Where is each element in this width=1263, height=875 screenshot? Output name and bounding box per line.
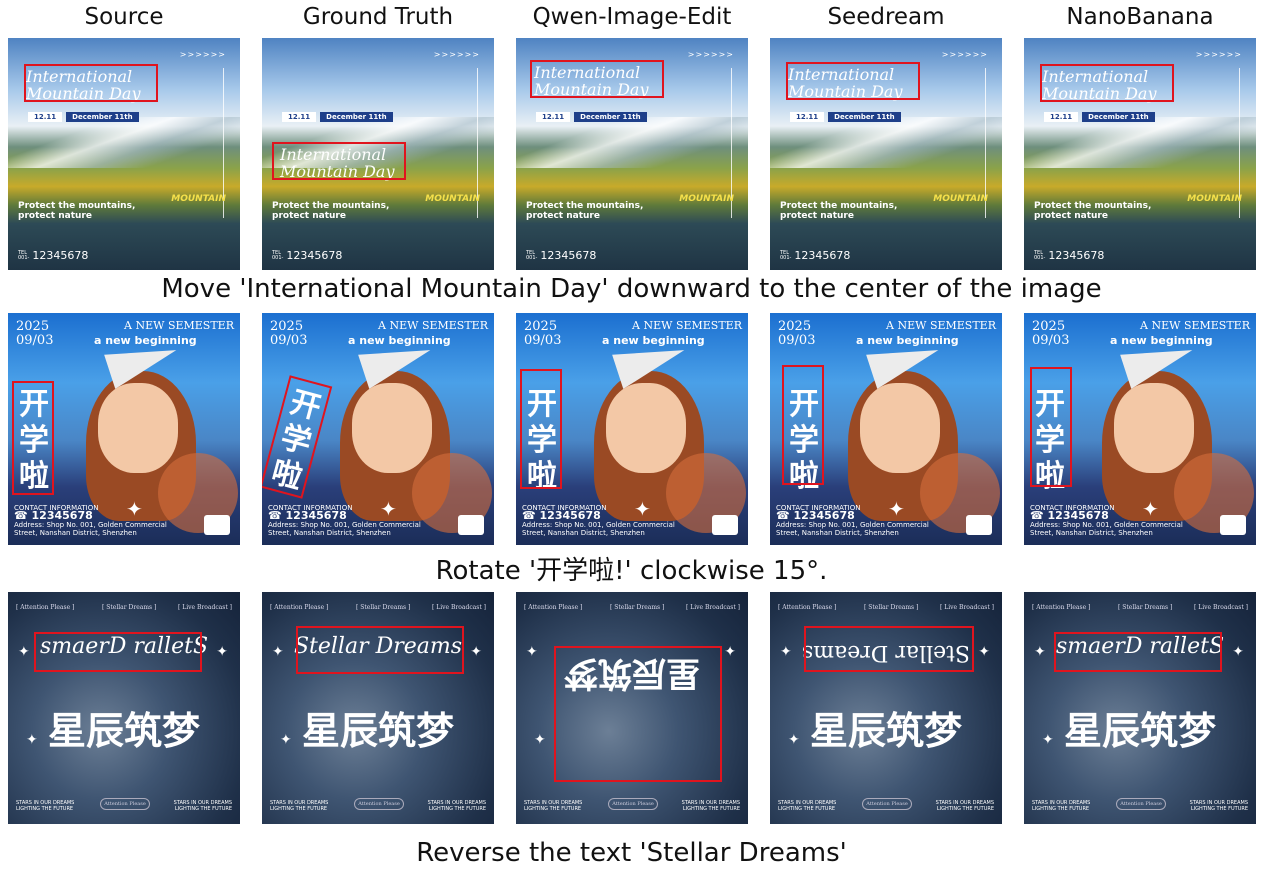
semester-text: A NEW SEMESTER [632, 319, 742, 332]
highlight-box [262, 375, 333, 499]
stellar-poster-ground-truth: [ Attention Please ][ Stellar Dreams ][ … [262, 592, 494, 824]
semester-text: A NEW SEMESTER [378, 319, 488, 332]
highlight-box [782, 365, 824, 485]
highlight-box [296, 626, 464, 674]
column-header-ground-truth: Ground Truth [302, 4, 454, 30]
highlight-box [272, 142, 406, 180]
beginning-text: a new beginning [94, 334, 197, 347]
highlight-box [520, 369, 562, 489]
highlight-box [1040, 64, 1174, 102]
anime-poster-nanobanana: 2025 A NEW SEMESTER 09/03 a new beginnin… [1024, 313, 1256, 545]
title-cn: 星辰筑梦 [1063, 709, 1216, 753]
mountain-poster-qwen: >>>>>> International Mountain Day 12.11 De… [516, 38, 748, 270]
title-cn: 星辰筑梦 [809, 709, 962, 753]
anime-poster-qwen: 2025 A NEW SEMESTER 09/03 a new beginnin… [516, 313, 748, 545]
caption-row3: Reverse the text 'Stellar Dreams' [416, 838, 847, 868]
mountain-poster-nanobanana: >>>>>> International Mountain Day 12.11 De… [1024, 38, 1256, 270]
title-cn: 星辰筑梦 [47, 709, 200, 753]
anime-poster-seedream: 2025 A NEW SEMESTER 09/03 a new beginnin… [770, 313, 1002, 545]
qr-code-icon [966, 515, 992, 535]
column-header-source: Source [84, 4, 164, 30]
anime-poster-source: 2025 A NEW SEMESTER 09/03 a new beginnin… [8, 313, 240, 545]
chevrons: >>>>>> [1195, 50, 1242, 59]
semester-text: A NEW SEMESTER [1140, 319, 1250, 332]
date-text: 09/03 [778, 333, 816, 348]
chevrons: >>>>>> [179, 50, 226, 59]
date-badges: 12.11 December 11th [790, 112, 901, 122]
year-text: 2025 [16, 319, 50, 334]
highlight-box [24, 64, 158, 102]
year-text: 2025 [270, 319, 304, 334]
slogan: Protect the mountains, protect nature [1034, 201, 1152, 221]
contact-info: CONTACT INFORMATION ☎ 12345678 Address: Sh… [522, 504, 675, 537]
qr-code-icon [204, 515, 230, 535]
highlight-box [1054, 632, 1222, 672]
contact-info: CONTACT INFORMATION ☎ 12345678 Address: Sh… [268, 504, 421, 537]
stellar-poster-seedream: [ Attention Please ][ Stellar Dreams ][ … [770, 592, 1002, 824]
highlight-box [1030, 367, 1072, 487]
semester-text: A NEW SEMESTER [886, 319, 996, 332]
year-text: 2025 [778, 319, 812, 334]
chevrons: >>>>>> [941, 50, 988, 59]
title-cn: 星辰筑梦 [301, 709, 454, 753]
column-header-qwen-image-edit: Qwen-Image-Edit [532, 4, 732, 30]
column-header-nanobanana: NanoBanana [1066, 4, 1214, 30]
beginning-text: a new beginning [1110, 334, 1213, 347]
date-badges: 12.11 December 11th [28, 112, 139, 122]
qr-code-icon [458, 515, 484, 535]
mountain-word: MOUNTAIN [171, 194, 226, 204]
highlight-box [34, 632, 202, 672]
date-text: 09/03 [524, 333, 562, 348]
mountain-poster-source: >>>>>> International Mountain Day 12.11 De… [8, 38, 240, 270]
chevrons: >>>>>> [433, 50, 480, 59]
beginning-text: a new beginning [602, 334, 705, 347]
contact-info: CONTACT INFORMATION ☎ 12345678 Address: Sh… [776, 504, 929, 537]
beginning-text: a new beginning [348, 334, 451, 347]
chevrons: >>>>>> [687, 50, 734, 59]
date-badges: 12.11 December 11th [282, 112, 393, 122]
stellar-poster-nanobanana: [ Attention Please ][ Stellar Dreams ][ … [1024, 592, 1256, 824]
tel-number: TEL 001- 12345678 [1034, 249, 1105, 262]
slogan: Protect the mountains, protect nature [526, 201, 644, 221]
qr-code-icon [712, 515, 738, 535]
highlight-box [12, 381, 54, 495]
stellar-poster-qwen: [ Attention Please ][ Stellar Dreams ][ … [516, 592, 748, 824]
slogan: Protect the mountains, protect nature [18, 201, 136, 221]
column-header-seedream: Seedream [827, 4, 945, 30]
mountain-poster-seedream: >>>>>> International Mountain Day 12.11 De… [770, 38, 1002, 270]
contact-info: CONTACT INFORMATION ☎ 12345678 Address: Sh… [14, 504, 167, 537]
mountain-word: MOUNTAIN [1187, 194, 1242, 204]
highlight-box [786, 62, 920, 100]
slogan: Protect the mountains, protect nature [780, 201, 898, 221]
mountain-word: MOUNTAIN [425, 194, 480, 204]
caption-row1: Move 'International Mountain Day' downwa… [161, 274, 1102, 304]
semester-text: A NEW SEMESTER [124, 319, 234, 332]
date-badges: 12.11 December 11th [1044, 112, 1155, 122]
date-badges: 12.11 December 11th [536, 112, 647, 122]
mountain-poster-ground-truth: >>>>>> International Mountain Day 12.11 De… [262, 38, 494, 270]
year-text: 2025 [1032, 319, 1066, 334]
anime-poster-ground-truth: 2025 A NEW SEMESTER 09/03 a new beginnin… [262, 313, 494, 545]
date-text: 09/03 [1032, 333, 1070, 348]
date-text: 09/03 [270, 333, 308, 348]
tel-number: TEL 001- 12345678 [526, 249, 597, 262]
mountain-word: MOUNTAIN [933, 194, 988, 204]
qr-code-icon [1220, 515, 1246, 535]
highlight-box [554, 646, 722, 782]
contact-info: CONTACT INFORMATION ☎ 12345678 Address: Sh… [1030, 504, 1183, 537]
highlight-box [530, 60, 664, 98]
beginning-text: a new beginning [856, 334, 959, 347]
tel-number: TEL 001- 12345678 [272, 249, 343, 262]
year-text: 2025 [524, 319, 558, 334]
mountain-word: MOUNTAIN [679, 194, 734, 204]
highlight-box [804, 626, 974, 672]
date-text: 09/03 [16, 333, 54, 348]
slogan: Protect the mountains, protect nature [272, 201, 390, 221]
tel-number: TEL 001- 12345678 [780, 249, 851, 262]
tel-number: TEL 001- 12345678 [18, 249, 89, 262]
stellar-poster-source: [ Attention Please ][ Stellar Dreams ][ … [8, 592, 240, 824]
caption-row2: Rotate '开学啦!' clockwise 15°. [435, 556, 828, 586]
